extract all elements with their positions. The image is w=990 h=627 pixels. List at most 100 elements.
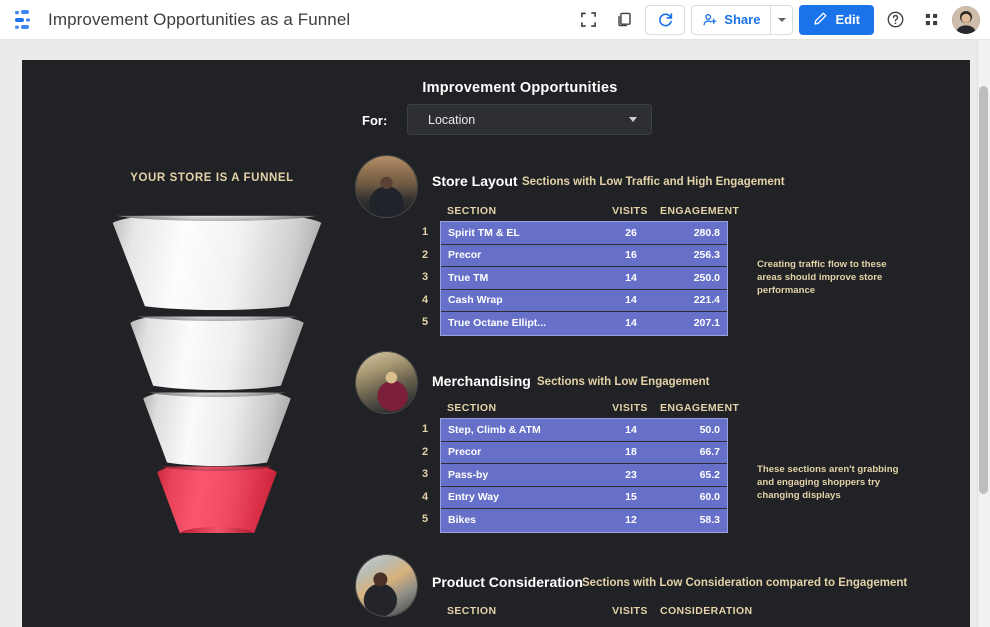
funnel-segment-2 (128, 316, 306, 390)
table-row[interactable]: Precor 16 256.3 (441, 244, 727, 267)
table-row[interactable]: Cash Wrap 14 221.4 (441, 289, 727, 312)
table-row[interactable]: Pass-by 23 65.2 (441, 464, 727, 487)
cell-metric: 60.0 (699, 491, 720, 504)
cell-metric: 221.4 (693, 294, 720, 307)
column-header-visits[interactable]: VISITS (600, 605, 660, 617)
section-title: Merchandising (432, 373, 531, 389)
cell-visits: 16 (625, 249, 637, 262)
table-header: SECTION VISITS ENGAGEMENT (440, 398, 739, 418)
row-number: 5 (422, 316, 429, 328)
table-row[interactable]: Precor 18 66.7 (441, 441, 727, 464)
row-number: 5 (422, 513, 429, 525)
report-canvas: Improvement Opportunities For: Location … (22, 60, 970, 627)
cell-section: Spirit TM & EL (448, 226, 520, 239)
row-number: 3 (422, 271, 429, 283)
edit-button[interactable]: Edit (799, 4, 874, 35)
app-bar-actions: Share Edit (573, 4, 980, 35)
cell-metric: 207.1 (693, 317, 720, 330)
cell-section: Bikes (448, 514, 477, 527)
looker-studio-logo-icon[interactable] (12, 7, 38, 33)
filter-label: For: (362, 113, 388, 128)
section-note: Creating traffic flow to these areas sho… (757, 259, 887, 296)
column-header-section[interactable]: SECTION (440, 605, 600, 617)
cell-metric: 280.8 (693, 226, 720, 239)
avatar[interactable] (952, 5, 980, 34)
cell-section: True TM (448, 271, 489, 284)
cell-metric: 65.2 (699, 468, 720, 481)
table-store-layout: 1 2 3 4 5 SECTION VISITS ENGAGEMENT Spir… (422, 201, 739, 336)
fullscreen-icon[interactable] (573, 5, 603, 35)
funnel-graphic (110, 212, 324, 542)
cell-visits: 26 (625, 226, 637, 239)
column-header-metric[interactable]: ENGAGEMENT (660, 205, 746, 217)
share-dropdown-caret-icon[interactable] (770, 5, 792, 34)
page-title: Improvement Opportunities as a Funnel (48, 9, 351, 29)
cell-visits: 12 (625, 514, 637, 527)
row-number: 1 (422, 423, 429, 435)
app-bar: Improvement Opportunities as a Funnel Sh… (0, 0, 990, 40)
cell-visits: 14 (625, 271, 637, 284)
row-number: 1 (422, 226, 429, 238)
location-filter-dropdown[interactable]: Location (407, 104, 652, 135)
section-photo-product-consideration (355, 554, 418, 617)
column-header-section[interactable]: SECTION (440, 205, 600, 217)
help-icon[interactable] (880, 5, 910, 35)
table-row[interactable]: Bikes 12 58.3 (441, 509, 727, 532)
table-row[interactable]: True TM 14 250.0 (441, 267, 727, 290)
row-number: 3 (422, 468, 429, 480)
cell-section: Cash Wrap (448, 294, 503, 307)
cell-visits: 14 (625, 317, 637, 330)
cell-visits: 14 (625, 294, 637, 307)
cell-metric: 250.0 (693, 271, 720, 284)
column-header-visits[interactable]: VISITS (600, 205, 660, 217)
cell-metric: 58.3 (699, 514, 720, 527)
refresh-button[interactable] (645, 4, 686, 35)
column-header-visits[interactable]: VISITS (600, 402, 660, 414)
cell-visits: 23 (625, 468, 637, 481)
row-number: 2 (422, 445, 429, 458)
share-label: Share (724, 12, 761, 27)
row-number: 4 (422, 293, 429, 306)
cell-metric: 66.7 (699, 446, 720, 459)
cell-section: Entry Way (448, 491, 499, 504)
pencil-icon (813, 11, 828, 29)
column-header-metric[interactable]: CONSIDERATION (660, 605, 760, 617)
cell-section: Precor (448, 446, 482, 459)
cell-section: Step, Climb & ATM (448, 423, 541, 436)
cell-visits: 15 (625, 491, 637, 504)
table-row[interactable]: Spirit TM & EL 26 280.8 (441, 222, 727, 245)
table-row[interactable]: Step, Climb & ATM 14 50.0 (441, 419, 727, 442)
section-subtitle: Sections with Low Engagement (537, 376, 710, 388)
cell-section: Precor (448, 249, 482, 262)
table-row[interactable]: Entry Way 15 60.0 (441, 486, 727, 509)
cell-section: Pass-by (448, 468, 489, 481)
section-photo-store-layout (355, 155, 418, 218)
share-button[interactable]: Share (692, 6, 770, 34)
table-header: SECTION VISITS ENGAGEMENT (440, 201, 739, 221)
scrollbar-thumb[interactable] (979, 86, 988, 494)
cell-section: True Octane Ellipt... (448, 317, 547, 330)
section-title: Store Layout (432, 173, 518, 189)
cell-metric: 256.3 (693, 249, 720, 262)
row-number-column: 1 2 3 4 5 (422, 418, 428, 531)
copy-icon[interactable] (609, 5, 639, 35)
report-title: Improvement Opportunities (422, 80, 618, 96)
edit-label: Edit (835, 12, 860, 27)
funnel-segment-1 (110, 215, 324, 310)
column-header-metric[interactable]: ENGAGEMENT (660, 402, 746, 414)
table-row[interactable]: True Octane Ellipt... 14 207.1 (441, 312, 727, 335)
funnel-segment-4-highlight (155, 466, 279, 534)
section-note: These sections aren't grabbing and engag… (757, 464, 899, 501)
vertical-scrollbar[interactable] (977, 40, 990, 627)
row-number: 2 (422, 248, 429, 261)
table-product-consideration: SECTION VISITS CONSIDERATION (440, 601, 752, 621)
table-body: Step, Climb & ATM 14 50.0 Precor 18 66.7… (440, 418, 728, 533)
table-header: SECTION VISITS CONSIDERATION (440, 601, 752, 621)
section-subtitle: Sections with Low Consideration compared… (582, 577, 908, 589)
section-title: Product Consideration (432, 574, 583, 590)
cell-visits: 18 (625, 446, 637, 459)
chevron-down-icon (629, 117, 637, 122)
column-header-section[interactable]: SECTION (440, 402, 600, 414)
row-number: 4 (422, 490, 429, 503)
apps-grid-icon[interactable] (916, 5, 946, 35)
